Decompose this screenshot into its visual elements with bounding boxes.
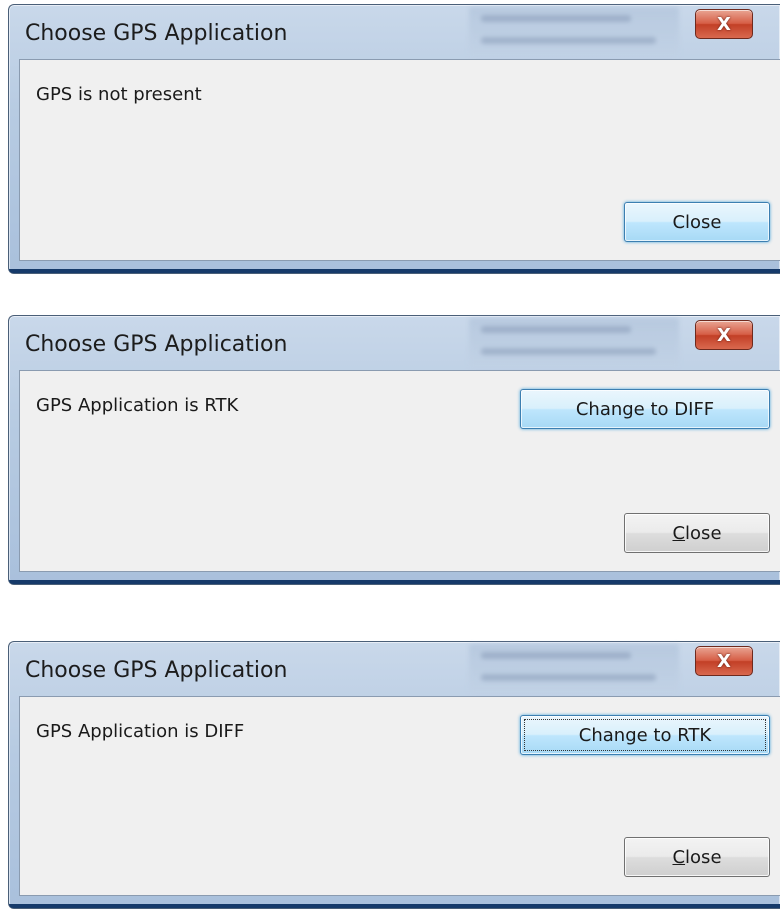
close-button-mnemonic: C xyxy=(672,522,686,544)
dialog-gps-diff: Choose GPS Application X GPS Application… xyxy=(8,641,780,909)
close-icon: X xyxy=(717,650,731,672)
change-to-diff-button[interactable]: Change to DIFF xyxy=(520,389,770,429)
status-message: GPS is not present xyxy=(36,84,202,105)
background-window-ghost xyxy=(469,318,679,368)
dialog-client-area: GPS Application is DIFF Change to RTK Cl… xyxy=(19,696,780,896)
dialog-gps-not-present: Choose GPS Application X GPS is not pres… xyxy=(8,4,780,274)
close-button-mnemonic: C xyxy=(672,846,686,868)
background-window-ghost xyxy=(469,7,679,57)
window-close-button[interactable]: X xyxy=(695,646,753,676)
dialog-title: Choose GPS Application xyxy=(25,658,288,683)
close-button[interactable]: Close xyxy=(624,513,770,553)
dialog-title: Choose GPS Application xyxy=(25,332,288,357)
change-to-rtk-button[interactable]: Change to RTK xyxy=(520,715,770,755)
status-message: GPS Application is DIFF xyxy=(36,721,245,742)
dialog-client-area: GPS is not present Close xyxy=(19,59,780,261)
close-icon: X xyxy=(717,13,731,35)
close-button-label: lose xyxy=(685,846,722,868)
close-icon: X xyxy=(717,324,731,346)
dialog-client-area: GPS Application is RTK Change to DIFF Cl… xyxy=(19,370,780,572)
window-close-button[interactable]: X xyxy=(695,320,753,350)
dialog-gps-rtk: Choose GPS Application X GPS Application… xyxy=(8,315,780,585)
background-window-ghost xyxy=(469,644,679,694)
close-button[interactable]: Close xyxy=(624,202,770,242)
window-close-button[interactable]: X xyxy=(695,9,753,39)
status-message: GPS Application is RTK xyxy=(36,395,239,416)
dialog-title: Choose GPS Application xyxy=(25,21,288,46)
close-button[interactable]: Close xyxy=(624,837,770,877)
close-button-label: lose xyxy=(685,522,722,544)
